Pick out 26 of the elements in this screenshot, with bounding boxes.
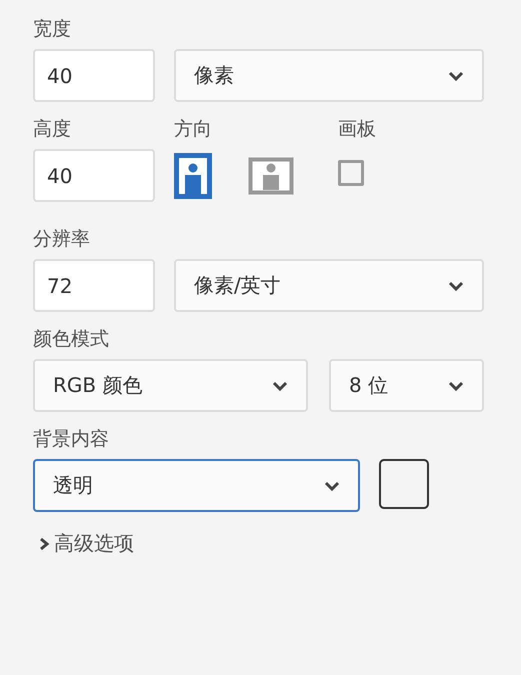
chevron-down-icon: [448, 380, 464, 390]
chevron-right-icon: [38, 536, 50, 550]
height-field[interactable]: 40: [33, 149, 155, 202]
portrait-orientation-icon[interactable]: [174, 152, 212, 198]
orientation-label: 方向: [174, 117, 213, 142]
background-dropdown[interactable]: 透明: [33, 459, 360, 512]
artboard-checkbox[interactable]: [338, 160, 364, 186]
chevron-down-icon: [272, 380, 288, 390]
color-swatch[interactable]: [379, 459, 429, 509]
height-label: 高度: [33, 117, 72, 142]
resolution-unit-dropdown[interactable]: 像素/英寸: [174, 259, 484, 312]
chevron-down-icon: [448, 280, 464, 290]
advanced-options-toggle[interactable]: 高级选项: [38, 530, 134, 557]
artboard-label: 画板: [338, 117, 376, 142]
chevron-down-icon: [448, 70, 464, 80]
color-mode-label: 颜色模式: [33, 327, 110, 352]
width-field[interactable]: 40: [33, 49, 155, 102]
chevron-down-icon: [324, 480, 340, 490]
resolution-field[interactable]: 72: [33, 259, 155, 312]
unit-dropdown[interactable]: 像素: [174, 49, 484, 102]
resolution-label: 分辨率: [33, 227, 91, 252]
background-label: 背景内容: [33, 427, 110, 452]
width-label: 宽度: [33, 17, 72, 42]
landscape-orientation-icon[interactable]: [248, 156, 294, 194]
color-mode-dropdown[interactable]: RGB 颜色: [33, 359, 308, 412]
bit-depth-dropdown[interactable]: 8 位: [329, 359, 484, 412]
